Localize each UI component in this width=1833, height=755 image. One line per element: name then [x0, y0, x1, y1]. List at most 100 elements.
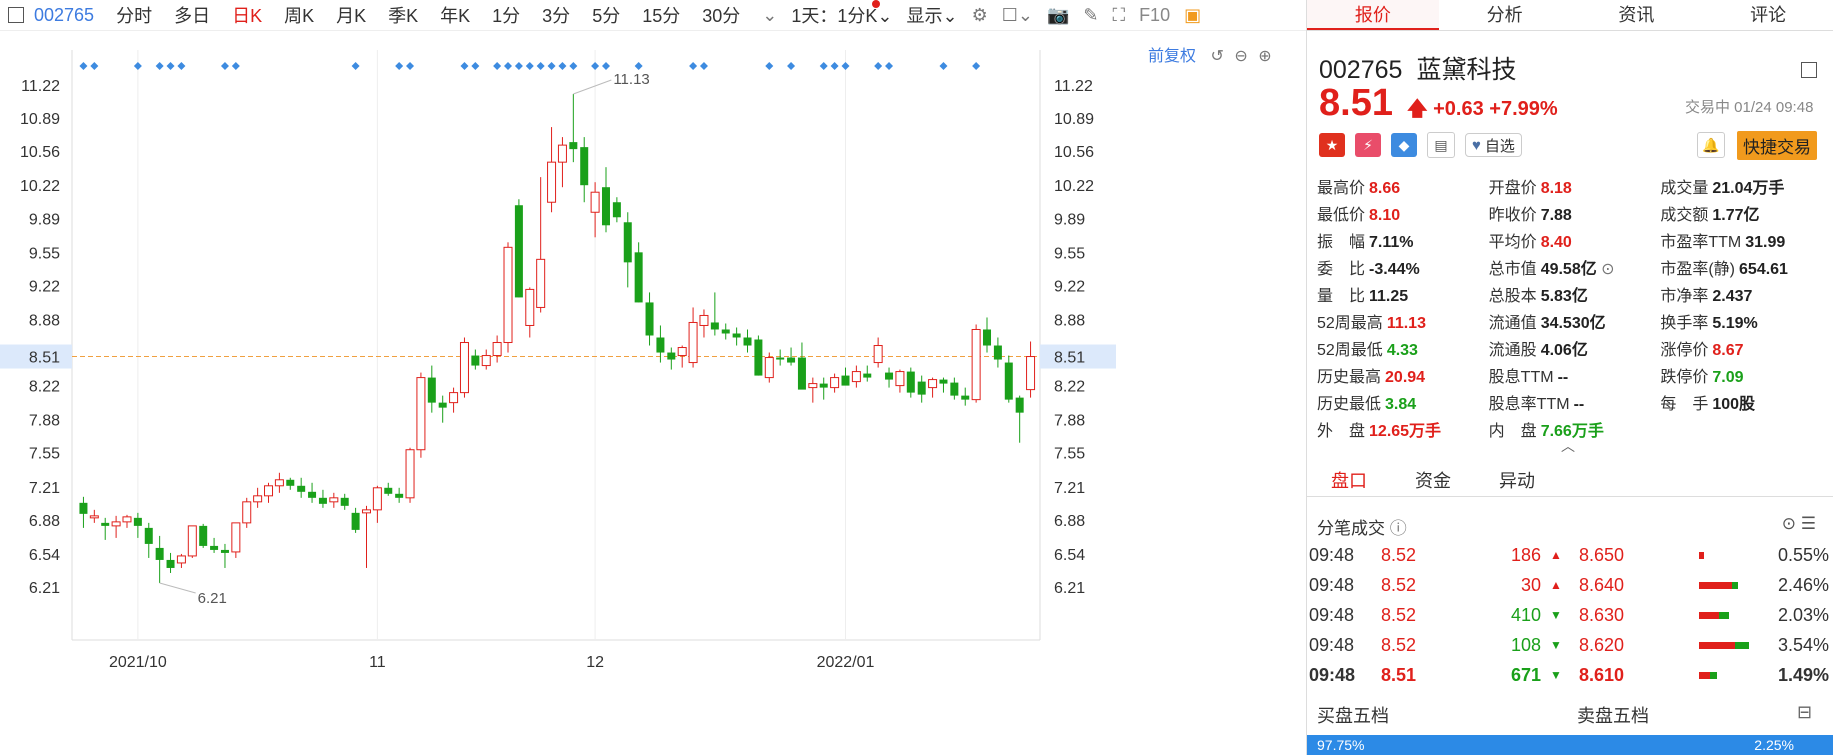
stat-label: 市净率	[1660, 288, 1709, 305]
tick-price: 8.52	[1381, 634, 1417, 655]
list-icon[interactable]: ☰	[1801, 514, 1816, 533]
candle-body	[732, 333, 741, 338]
period-tab[interactable]: 年K	[440, 2, 470, 28]
candle-body	[318, 497, 327, 504]
zoom-in-icon[interactable]: ⊕	[1258, 48, 1271, 65]
stat-cell: 跌停价 7.09	[1660, 363, 1832, 390]
period-tab[interactable]: 30分	[702, 2, 740, 28]
current-price: 8.51	[1319, 82, 1393, 124]
scroll-icon[interactable]: ⊟	[1797, 702, 1812, 723]
candle-body	[405, 449, 415, 499]
period-tab[interactable]: 日K	[232, 2, 262, 28]
event-marker-icon	[972, 62, 981, 70]
quote-tab[interactable]: 评论	[1702, 0, 1833, 30]
candle-body	[220, 549, 229, 553]
china-flag-icon[interactable]: ★	[1319, 133, 1345, 157]
up-triangle-icon: ▲	[1550, 548, 1562, 562]
help-icon[interactable]: ⓘ	[1390, 519, 1407, 538]
sub-tab[interactable]: 资金	[1391, 466, 1475, 496]
kline-chart[interactable]: 2021/10 11 12 2022/01 11.22 11.22 10.89 10.89 10…	[0, 30, 1306, 755]
adjust-select[interactable]: 前复权	[1148, 48, 1196, 65]
display-select[interactable]: 显示⌄	[906, 2, 957, 28]
buy-book-label: 买盘五档	[1317, 706, 1389, 726]
zoom-out-icon[interactable]: ⊖	[1234, 48, 1247, 65]
stat-value: 4.33	[1386, 342, 1418, 359]
quick-trade-button[interactable]: 快捷交易	[1737, 131, 1817, 160]
stat-value: 11.25	[1369, 288, 1409, 305]
quote-tab[interactable]: 报价	[1307, 0, 1439, 30]
pen-icon[interactable]: ✎	[1083, 5, 1098, 26]
y-tick-label: 10.89	[1054, 111, 1094, 128]
gear-icon[interactable]: ⚙	[972, 5, 988, 26]
price-level: 8.630	[1579, 604, 1625, 625]
stat-cell: 成交量 21.04万手	[1660, 174, 1832, 201]
period-tab[interactable]: 月K	[336, 2, 366, 28]
event-marker-icon	[558, 62, 567, 70]
candle-body	[699, 314, 709, 326]
stock-header: 002765 蓝黛科技	[1319, 50, 1530, 86]
stat-label: 流通股	[1488, 342, 1537, 359]
f10-button[interactable]: F10	[1139, 5, 1170, 26]
stat-value: 49.58亿	[1540, 261, 1597, 278]
period-tab[interactable]: 15分	[642, 2, 680, 28]
period-tab[interactable]: 5分	[592, 2, 620, 28]
more-icon[interactable]: ⊙	[1597, 261, 1614, 278]
undo-icon[interactable]: ↺	[1210, 48, 1223, 65]
candle-body	[808, 383, 818, 389]
sub-tab[interactable]: 盘口	[1307, 466, 1391, 496]
bell-icon[interactable]: 🔔	[1697, 132, 1725, 158]
stat-label: 历史最低	[1317, 396, 1382, 413]
x-tick-label: 11	[369, 654, 386, 671]
stock-code-link[interactable]: 002765	[34, 5, 94, 26]
heart-icon: ♥	[1472, 136, 1481, 154]
event-marker-icon	[177, 62, 186, 70]
candle-body	[210, 545, 219, 550]
stat-value: 3.84	[1385, 396, 1417, 413]
candle-body	[939, 379, 948, 384]
sidebar-panel-icon[interactable]	[1801, 62, 1817, 78]
candle-body	[667, 352, 676, 360]
stat-cell: 股息TTM --	[1489, 363, 1661, 390]
stat-label: 每 手	[1660, 396, 1709, 413]
fire-icon[interactable]: ⚡	[1355, 133, 1381, 157]
quote-tab[interactable]: 分析	[1439, 0, 1571, 30]
candle-body	[873, 345, 883, 364]
period-tab[interactable]: 1分	[492, 2, 520, 28]
tick-options: ⊙ ☰	[1782, 514, 1816, 534]
stat-cell: 股息率TTM --	[1489, 390, 1661, 417]
camera-icon[interactable]: 📷	[1047, 5, 1069, 26]
sub-tabs: 盘口 资金 异动	[1307, 466, 1833, 497]
y-tick-label: 9.89	[29, 211, 60, 228]
tick-volume: 410	[1510, 604, 1541, 625]
stat-value: 8.10	[1369, 207, 1401, 224]
candle-body	[830, 377, 840, 389]
tick-volume: 30	[1520, 574, 1541, 595]
period-tab[interactable]: 3分	[542, 2, 570, 28]
collapse-icon[interactable]: ︿	[1561, 436, 1575, 456]
period-tab[interactable]: 周K	[284, 2, 314, 28]
quote-tab[interactable]: 资讯	[1571, 0, 1703, 30]
panel-toggle-icon[interactable]: ▣	[1184, 5, 1201, 26]
period-tab[interactable]: 多日	[174, 2, 210, 28]
sidebar-toggle-icon[interactable]	[8, 7, 24, 23]
fullscreen-icon[interactable]: ⛶	[1112, 5, 1125, 26]
period-tab[interactable]: 季K	[388, 2, 418, 28]
shape-select-icon[interactable]: ☐⌄	[1002, 5, 1033, 26]
more-icon[interactable]: ⊙	[1782, 514, 1796, 533]
period-tab[interactable]: 分时	[116, 2, 152, 28]
max-annotation-line	[573, 79, 612, 95]
tick-time: 09:48	[1309, 634, 1355, 655]
period-select[interactable]: 1天：1分K⌄	[791, 0, 892, 28]
candle-body	[144, 527, 153, 544]
event-marker-icon	[231, 62, 240, 70]
candle-body	[885, 372, 894, 380]
chevron-down-icon[interactable]: ⌄	[762, 5, 777, 26]
x-tick-label: 2022/01	[817, 654, 875, 671]
sub-tab[interactable]: 异动	[1475, 466, 1559, 496]
note-icon[interactable]: ▤	[1427, 132, 1455, 158]
buy-ratio: 97.75%	[1317, 737, 1365, 753]
watchlist-button[interactable]: ♥ 自选	[1465, 133, 1522, 157]
tag-icon[interactable]: ◆	[1391, 133, 1417, 157]
stat-label: 外 盘	[1317, 423, 1366, 440]
candle-body	[176, 555, 186, 564]
